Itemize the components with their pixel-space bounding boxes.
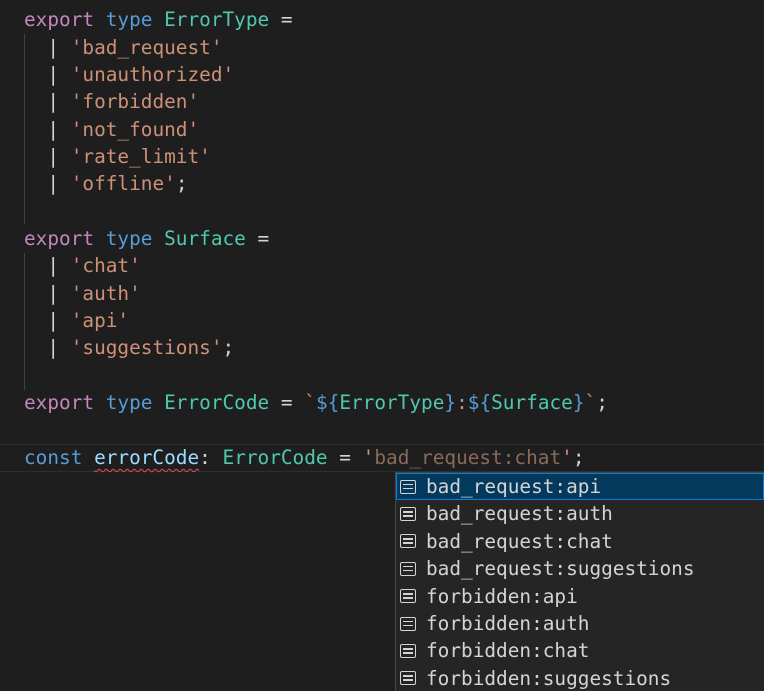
code-line-active[interactable]: const errorCode: ErrorCode = 'bad_reques… bbox=[24, 444, 585, 471]
type-reference: ErrorCode bbox=[222, 446, 328, 469]
suggestion-label: bad_request:auth bbox=[426, 502, 613, 526]
ghost-text-value: bad_request:chat bbox=[374, 446, 562, 469]
suggestion-label: forbidden:suggestions bbox=[426, 666, 672, 690]
keyword-const: const bbox=[24, 446, 83, 469]
code-line[interactable]: | 'not_found' bbox=[24, 116, 199, 143]
code-line[interactable]: export type Surface = bbox=[24, 225, 269, 252]
union-pipe: | bbox=[47, 145, 60, 168]
string-literal: 'rate_limit' bbox=[70, 145, 211, 168]
suggestion-item[interactable]: bad_request:auth bbox=[396, 500, 764, 527]
string-literal: 'auth' bbox=[70, 282, 141, 305]
string-literal: 'forbidden' bbox=[70, 90, 200, 113]
suggestion-label: forbidden:chat bbox=[426, 639, 590, 663]
code-line[interactable]: export type ErrorType = bbox=[24, 6, 293, 33]
template-close: } bbox=[572, 391, 585, 414]
type-annotation-colon: : bbox=[199, 446, 211, 469]
keyword-type: type bbox=[105, 8, 153, 31]
template-open: ${ bbox=[467, 391, 492, 414]
suggestion-label: bad_request:suggestions bbox=[426, 557, 695, 581]
text-value-icon bbox=[400, 671, 416, 686]
semicolon: ; bbox=[222, 336, 235, 359]
string-quote: ' bbox=[362, 446, 375, 469]
string-quote: ' bbox=[561, 446, 573, 469]
semicolon: ; bbox=[596, 391, 608, 414]
suggestion-item[interactable]: forbidden:chat bbox=[396, 637, 764, 664]
union-pipe: | bbox=[47, 63, 60, 86]
suggestion-item[interactable]: forbidden:auth bbox=[396, 610, 764, 637]
suggestion-item[interactable]: bad_request:api bbox=[396, 473, 764, 501]
code-line[interactable]: | 'offline'; bbox=[24, 170, 188, 197]
union-pipe: | bbox=[47, 118, 60, 141]
union-pipe: | bbox=[47, 254, 60, 277]
semicolon: ; bbox=[175, 172, 188, 195]
suggestion-label: bad_request:chat bbox=[426, 529, 613, 553]
code-line[interactable]: | 'forbidden' bbox=[24, 88, 199, 115]
code-line[interactable]: | 'api' bbox=[24, 307, 129, 334]
operator-equals: = bbox=[339, 446, 351, 469]
string-literal: 'unauthorized' bbox=[70, 63, 235, 86]
autocomplete-suggestion-list[interactable]: bad_request:api bad_request:auth bad_req… bbox=[395, 472, 764, 691]
keyword-type: type bbox=[105, 227, 153, 250]
string-literal: 'offline' bbox=[70, 172, 176, 195]
type-name: ErrorCode bbox=[164, 391, 270, 414]
suggestion-label: forbidden:auth bbox=[426, 612, 590, 635]
operator-equals: = bbox=[257, 227, 270, 250]
type-reference: Surface bbox=[491, 391, 573, 414]
code-line[interactable]: | 'rate_limit' bbox=[24, 143, 211, 170]
union-pipe: | bbox=[47, 282, 60, 305]
code-editor[interactable]: export type ErrorType = | 'bad_request' … bbox=[0, 0, 764, 691]
text-value-icon bbox=[400, 644, 416, 659]
keyword-export: export bbox=[24, 227, 95, 250]
variable-name-with-error[interactable]: errorCode bbox=[94, 446, 199, 469]
string-literal: 'suggestions' bbox=[70, 336, 223, 359]
union-pipe: | bbox=[47, 336, 60, 359]
operator-equals: = bbox=[280, 8, 293, 31]
suggestion-item[interactable]: forbidden:api bbox=[396, 583, 764, 610]
type-reference: ErrorType bbox=[339, 391, 445, 414]
template-tick: ` bbox=[304, 391, 316, 414]
suggestion-label: forbidden:api bbox=[426, 584, 578, 608]
code-line[interactable]: | 'chat' bbox=[24, 252, 141, 279]
text-value-icon bbox=[400, 616, 416, 631]
code-line[interactable]: | 'unauthorized' bbox=[24, 61, 234, 88]
code-line[interactable]: | 'suggestions'; bbox=[24, 334, 234, 361]
keyword-export: export bbox=[24, 391, 95, 414]
keyword-type: type bbox=[105, 391, 153, 414]
template-colon: : bbox=[456, 391, 468, 414]
string-literal: 'api' bbox=[70, 309, 130, 332]
text-value-icon bbox=[400, 589, 416, 604]
operator-equals: = bbox=[280, 391, 293, 414]
type-name: ErrorType bbox=[164, 8, 270, 31]
template-open: ${ bbox=[315, 391, 340, 414]
type-name: Surface bbox=[164, 227, 246, 250]
code-line[interactable]: | 'auth' bbox=[24, 280, 141, 307]
code-line[interactable]: | 'bad_request' bbox=[24, 34, 223, 61]
string-literal: 'chat' bbox=[70, 254, 141, 277]
union-pipe: | bbox=[47, 36, 60, 59]
text-value-icon bbox=[400, 479, 416, 494]
text-value-icon bbox=[400, 561, 416, 576]
string-literal: 'not_found' bbox=[70, 118, 200, 141]
template-tick: ` bbox=[584, 391, 597, 414]
union-pipe: | bbox=[47, 172, 60, 195]
suggestion-label: bad_request:api bbox=[426, 475, 602, 498]
suggestion-item[interactable]: bad_request:suggestions bbox=[396, 555, 764, 582]
union-pipe: | bbox=[47, 309, 60, 332]
code-line[interactable]: export type ErrorCode = `${ErrorType}:${… bbox=[24, 389, 608, 416]
keyword-export: export bbox=[24, 8, 95, 31]
union-pipe: | bbox=[47, 90, 60, 113]
semicolon: ; bbox=[572, 446, 585, 469]
string-literal: 'bad_request' bbox=[70, 36, 223, 59]
template-close: } bbox=[444, 391, 457, 414]
suggestion-item[interactable]: bad_request:chat bbox=[396, 528, 764, 555]
text-value-icon bbox=[400, 507, 416, 522]
text-value-icon bbox=[400, 534, 416, 549]
suggestion-item[interactable]: forbidden:suggestions bbox=[396, 665, 764, 691]
